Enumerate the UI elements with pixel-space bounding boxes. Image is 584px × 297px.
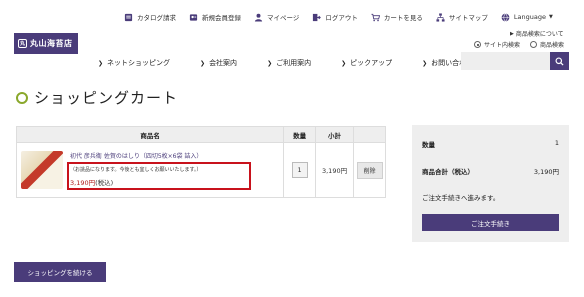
radio-dot: [530, 41, 538, 48]
nav-item-guide[interactable]: ❯ ご利用案内: [267, 58, 311, 68]
util-cart-label: カートを見る: [383, 14, 423, 22]
continue-shopping-button[interactable]: ショッピングを続ける: [14, 262, 106, 282]
main-nav: ❯ ネットショッピング ❯ 会社案内 ❯ ご利用案内 ❯ ピックアップ ❯ お問い合わせ: [98, 58, 503, 68]
summary-total-label: 商品合計（税込）: [422, 168, 474, 176]
arrow-right-icon: ❯: [341, 59, 347, 67]
util-sitemap-label: サイトマップ: [448, 14, 488, 22]
util-register-label: 新規会員登録: [202, 14, 241, 22]
search-input[interactable]: [461, 52, 550, 70]
site-logo[interactable]: 丸 丸山海苔店: [14, 33, 78, 54]
summary-qty-label: 数量: [422, 141, 435, 149]
cart-icon: [371, 13, 380, 22]
util-logout[interactable]: ログアウト: [312, 12, 358, 22]
logout-icon: [312, 13, 322, 22]
util-cart[interactable]: カートを見る: [371, 12, 423, 22]
product-cell: 初代 彦兵衛 佐賀のはしり（四切5枚×6袋 詰入） （お誂品になります。今後とも…: [15, 142, 285, 198]
util-mypage-label: マイページ: [267, 14, 300, 22]
table-row: 初代 彦兵衛 佐賀のはしり（四切5枚×6袋 詰入） （お誂品になります。今後とも…: [15, 142, 386, 198]
header-subtotal: 小計: [315, 126, 355, 143]
nav-label: ピックアップ: [350, 59, 393, 67]
catalog-icon: [124, 13, 133, 22]
util-sitemap[interactable]: サイトマップ: [436, 12, 488, 22]
util-catalog[interactable]: カタログ請求: [124, 12, 176, 22]
subtotal-cell: 3,190円: [315, 142, 355, 198]
radio-product-search[interactable]: 商品検索: [530, 40, 564, 49]
util-logout-label: ログアウト: [325, 14, 358, 22]
radio-site-label: サイト内検索: [484, 42, 521, 49]
cart-table: 商品名 数量 小計 初代 彦兵衛 佐賀のはしり（四切5枚×6袋 詰入） （お誂品…: [15, 126, 386, 198]
arrow-right-icon: ❯: [422, 59, 428, 67]
arrow-right-icon: ❯: [98, 59, 104, 67]
radio-site-search[interactable]: サイト内検索: [474, 40, 520, 49]
title-ring-icon: [16, 91, 28, 104]
utility-nav: カタログ請求 新規会員登録 マイページ ログアウト カートを見る サイトマップ …: [124, 12, 566, 22]
summary-total-row: 商品合計（税込） 3,190円: [422, 166, 559, 176]
util-catalog-label: カタログ請求: [137, 14, 176, 22]
product-thumbnail[interactable]: [21, 151, 63, 189]
register-icon: [189, 13, 198, 22]
arrow-right-icon: ❯: [200, 59, 206, 67]
nav-item-company[interactable]: ❯ 会社案内: [200, 58, 237, 68]
nav-label: ネットショッピング: [107, 59, 171, 67]
header-product: 商品名: [15, 126, 285, 143]
radio-dot-selected: [474, 41, 481, 48]
order-summary: 数量 1 商品合計（税込） 3,190円 ご注文手続きへ進みます。 ご注文手続き: [412, 125, 569, 242]
action-cell: 削除: [353, 142, 386, 198]
util-language-label: Language: [513, 13, 546, 21]
highlight-annotation: [67, 162, 251, 190]
user-icon: [254, 13, 263, 22]
qty-cell: 1: [283, 142, 317, 198]
nav-label: 会社案内: [209, 59, 238, 67]
header-qty: 数量: [283, 126, 317, 143]
cart-header-row: 商品名 数量 小計: [15, 126, 386, 143]
quantity-input[interactable]: 1: [291, 162, 308, 178]
chevron-down-icon: ▼: [548, 14, 553, 20]
arrow-right-icon: ▶: [510, 30, 514, 37]
summary-qty-value: 1: [554, 139, 559, 147]
product-name-link[interactable]: 初代 彦兵衛 佐賀のはしり（四切5枚×6袋 詰入）: [70, 151, 202, 160]
nav-item-pickup[interactable]: ❯ ピックアップ: [341, 58, 392, 68]
util-language[interactable]: Language ▼: [501, 12, 553, 22]
summary-note: ご注文手続きへ進みます。: [422, 194, 500, 202]
search-scope: サイト内検索 商品検索: [474, 40, 574, 49]
search-about-link[interactable]: ▶ 商品検索について: [510, 29, 564, 39]
summary-qty-row: 数量 1: [422, 139, 559, 149]
checkout-button[interactable]: ご注文手続き: [422, 214, 559, 231]
header-action: [353, 126, 386, 143]
logo-mark-icon: 丸: [18, 39, 27, 48]
nav-label: ご利用案内: [276, 59, 312, 67]
radio-product-label: 商品検索: [540, 42, 565, 49]
util-mypage[interactable]: マイページ: [254, 12, 299, 22]
util-register[interactable]: 新規会員登録: [189, 12, 241, 22]
search-button[interactable]: [550, 52, 569, 70]
nav-item-shopping[interactable]: ❯ ネットショッピング: [98, 58, 170, 68]
logo-text: 丸山海苔店: [30, 39, 73, 48]
summary-total-value: 3,190円: [533, 168, 559, 176]
search-icon: [555, 56, 564, 66]
globe-icon: [501, 12, 510, 22]
page-title-text: ショッピングカート: [34, 89, 179, 107]
page-title: ショッピングカート: [16, 87, 178, 108]
arrow-right-icon: ❯: [267, 59, 273, 67]
search-about-label: 商品検索について: [515, 31, 564, 38]
delete-button[interactable]: 削除: [356, 161, 383, 179]
sitemap-icon: [436, 12, 445, 22]
